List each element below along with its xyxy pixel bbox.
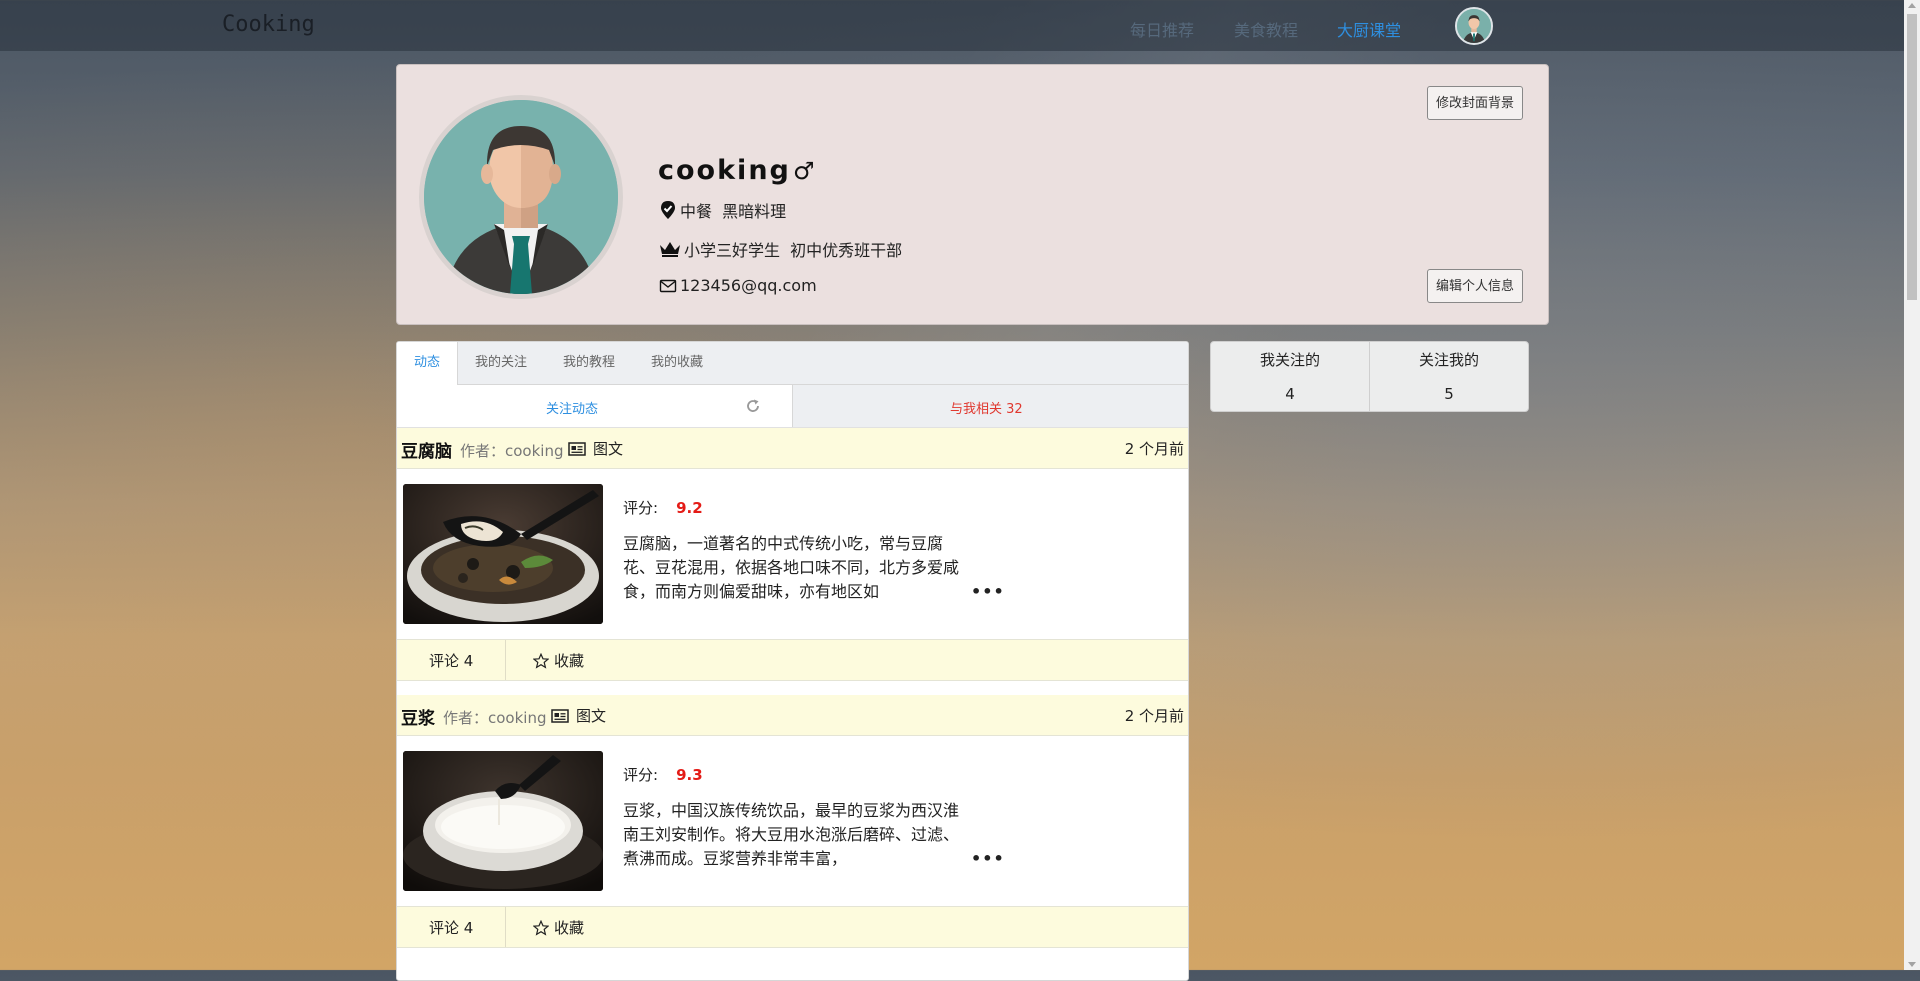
footer-divider — [505, 640, 506, 680]
star-outline-icon — [533, 919, 549, 936]
nav-link-daily[interactable]: 每日推荐 — [1130, 17, 1194, 41]
vertical-scrollbar[interactable] — [1904, 0, 1920, 970]
feed-separator — [397, 681, 1188, 695]
change-cover-button[interactable]: 修改封面背景 — [1427, 86, 1524, 120]
top-navbar: Cooking 每日推荐 美食教程 大厨课堂 — [0, 0, 1904, 51]
favorite-button[interactable]: 收藏 — [533, 650, 584, 671]
feed-image-tofu-pudding[interactable] — [403, 484, 603, 624]
image-text-icon — [551, 708, 569, 723]
feed-time: 2 个月前 — [1124, 707, 1184, 725]
site-logo[interactable]: Cooking — [222, 12, 315, 37]
followers-label: 关注我的 — [1418, 351, 1479, 369]
feed-title[interactable]: 豆浆 — [401, 704, 435, 729]
refresh-icon[interactable] — [745, 398, 761, 414]
feed-description: 豆腐脑，一道著名的中式传统小吃，常与豆腐花、豆花混用，依据各地口味不同，北方多爱… — [623, 534, 960, 601]
more-ellipsis-icon[interactable]: ••• — [971, 582, 1005, 601]
tab-my-favorites[interactable]: 我的收藏 — [637, 342, 717, 384]
feed-footer: 评论 4 收藏 — [397, 639, 1188, 681]
scroll-down-arrow-icon[interactable] — [1908, 962, 1916, 967]
profile-honors: 小学三好学生 初中优秀班干部 — [659, 237, 902, 261]
tab-my-tutorials[interactable]: 我的教程 — [549, 342, 629, 384]
profile-tabs: 动态 我的关注 我的教程 我的收藏 — [397, 342, 1188, 385]
feed-item: 豆腐脑 作者：cooking 图文 2 个月前 评分: 9.2 豆腐脑，一道著名… — [397, 428, 1188, 681]
feed-header: 豆浆 作者：cooking 图文 2 个月前 — [397, 695, 1188, 736]
honors-text: 小学三好学生 初中优秀班干部 — [684, 241, 903, 260]
comment-button[interactable]: 评论 4 — [429, 917, 473, 938]
footer-divider — [505, 907, 506, 947]
feed-score: 评分: 9.3 — [623, 764, 703, 785]
feed-body: 评分: 9.3 豆浆，中国汉族传统饮品，最早的豆浆为西汉淮南王刘安制作。将大豆用水… — [397, 736, 1188, 906]
star-outline-icon — [533, 652, 549, 669]
following-count: 4 — [1285, 385, 1295, 403]
subtab-following-label: 关注动态 — [546, 402, 599, 417]
feed-footer: 评论 4 收藏 — [397, 906, 1188, 948]
score-value: 9.3 — [676, 766, 703, 784]
favorite-label: 收藏 — [554, 919, 585, 937]
followers-count: 5 — [1444, 385, 1454, 403]
feed-author: 作者：cooking — [443, 709, 547, 727]
feed-author: 作者：cooking — [460, 442, 564, 460]
nav-link-chef-class[interactable]: 大厨课堂 — [1337, 17, 1401, 41]
email-text: 123456@qq.com — [680, 276, 817, 295]
scroll-up-arrow-icon[interactable] — [1908, 3, 1916, 8]
user-avatar-icon — [1457, 9, 1491, 43]
feed-body: 评分: 9.2 豆腐脑，一道著名的中式传统小吃，常与豆腐花、豆花混用，依据各地口味… — [397, 469, 1188, 639]
score-label: 评分: — [623, 499, 659, 517]
activity-panel: 动态 我的关注 我的教程 我的收藏 关注动态 与我相关 32 豆腐脑 作者：co… — [396, 341, 1189, 981]
feed-title[interactable]: 豆腐脑 — [401, 437, 452, 462]
profile-cuisines: 中餐 黑暗料理 — [659, 198, 786, 222]
followers-stat[interactable]: 关注我的 5 — [1370, 342, 1528, 411]
follow-stats: 我关注的 4 关注我的 5 — [1210, 341, 1529, 412]
soy-milk-photo — [403, 751, 603, 891]
comment-button[interactable]: 评论 4 — [429, 650, 473, 671]
feed-type: 图文 — [568, 438, 623, 459]
profile-card: cooking ♂ 中餐 黑暗料理 小学三好学生 初中优秀班干部 123456@… — [396, 64, 1549, 325]
edit-profile-button[interactable]: 编辑个人信息 — [1427, 269, 1524, 303]
crown-icon — [660, 242, 680, 257]
subtab-related-label: 与我相关 32 — [950, 402, 1023, 417]
score-label: 评分: — [623, 766, 659, 784]
subtab-following-activity[interactable]: 关注动态 — [397, 385, 792, 427]
feed-type-label: 图文 — [593, 440, 624, 458]
feed-separator — [397, 948, 1188, 962]
image-text-icon — [568, 441, 586, 456]
nav-link-tutorials[interactable]: 美食教程 — [1234, 17, 1298, 41]
cuisine-badge-icon — [661, 201, 675, 219]
following-label: 我关注的 — [1259, 351, 1320, 369]
activity-subtabs: 关注动态 与我相关 32 — [397, 385, 1188, 428]
feed-type-label: 图文 — [576, 707, 607, 725]
user-avatar[interactable] — [1455, 7, 1493, 45]
more-ellipsis-icon[interactable]: ••• — [971, 849, 1005, 868]
feed-time: 2 个月前 — [1124, 440, 1184, 458]
profile-email: 123456@qq.com — [659, 276, 817, 295]
profile-username: cooking — [658, 155, 791, 186]
favorite-button[interactable]: 收藏 — [533, 917, 584, 938]
following-stat[interactable]: 我关注的 4 — [1211, 342, 1369, 411]
feed-type: 图文 — [551, 705, 606, 726]
feed-score: 评分: 9.2 — [623, 497, 703, 518]
feed-header: 豆腐脑 作者：cooking 图文 2 个月前 — [397, 428, 1188, 469]
feed-image-soy-milk[interactable] — [403, 751, 603, 891]
subtab-related-to-me[interactable]: 与我相关 32 — [792, 385, 1188, 427]
feed-item: 豆浆 作者：cooking 图文 2 个月前 评分: 9.3 豆浆，中国汉族传统… — [397, 695, 1188, 948]
tab-my-follows[interactable]: 我的关注 — [461, 342, 541, 384]
avatar-man-icon — [424, 100, 618, 294]
tab-activity[interactable]: 动态 — [397, 342, 458, 385]
cuisines-text: 中餐 黑暗料理 — [680, 202, 787, 221]
scrollbar-thumb[interactable] — [1907, 14, 1917, 300]
profile-avatar — [419, 95, 623, 299]
score-value: 9.2 — [676, 499, 703, 517]
tofu-pudding-photo — [403, 484, 603, 624]
favorite-label: 收藏 — [554, 652, 585, 670]
gender-male-icon: ♂ — [793, 157, 815, 185]
mail-icon — [659, 279, 677, 292]
feed-description: 豆浆，中国汉族传统饮品，最早的豆浆为西汉淮南王刘安制作。将大豆用水泡涨后磨碎、过… — [623, 801, 960, 868]
